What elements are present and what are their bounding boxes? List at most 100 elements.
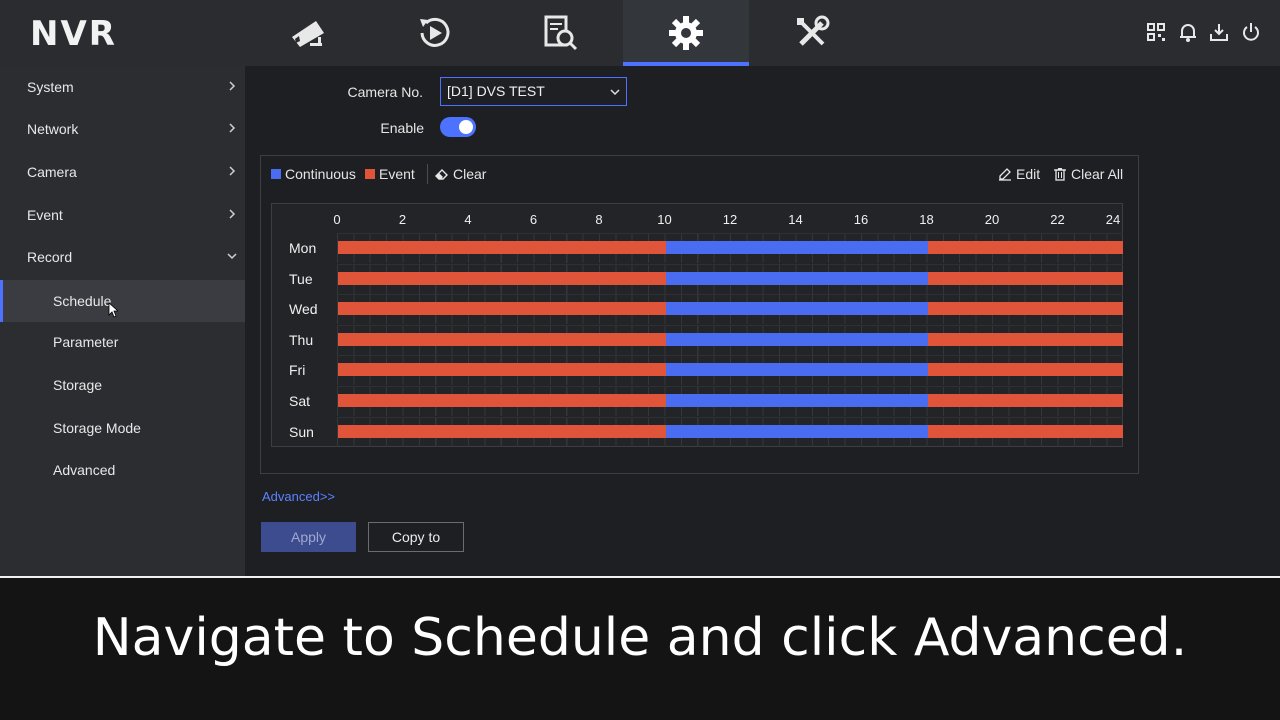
advanced-link[interactable]: Advanced>> xyxy=(262,489,335,504)
chevron-right-icon xyxy=(229,123,236,133)
sidebar-item-label: Event xyxy=(27,207,63,223)
mouse-cursor-icon xyxy=(108,302,118,318)
day-label: Tue xyxy=(289,270,313,287)
day-label: Sun xyxy=(289,423,314,440)
clear-label: Clear xyxy=(453,166,487,182)
event-segment[interactable] xyxy=(927,332,1123,346)
sidebar-item-network[interactable]: Network xyxy=(0,108,245,150)
day-label: Thu xyxy=(289,331,314,348)
sidebar-item-schedule[interactable]: Schedule xyxy=(0,280,245,322)
clear-all-button[interactable]: Clear All xyxy=(1053,166,1123,182)
chevron-right-icon xyxy=(229,81,236,91)
event-segment[interactable] xyxy=(927,271,1123,285)
apply-button[interactable]: Apply xyxy=(261,522,356,552)
hour-label: 20 xyxy=(984,212,1000,227)
toggle-knob xyxy=(459,120,473,134)
continuous-segment[interactable] xyxy=(665,363,928,377)
event-segment[interactable] xyxy=(338,332,666,346)
hour-label: 0 xyxy=(333,212,341,227)
clear-button[interactable]: Clear xyxy=(435,166,486,182)
pencil-icon xyxy=(999,168,1011,181)
sidebar-item-record[interactable]: Record xyxy=(0,236,245,278)
tab-maintenance[interactable] xyxy=(749,0,875,66)
power-icon[interactable] xyxy=(1240,21,1262,43)
sidebar-item-advanced[interactable]: Advanced xyxy=(0,449,245,491)
tab-playback[interactable] xyxy=(371,0,497,66)
edit-label: Edit xyxy=(1016,166,1041,182)
event-segment[interactable] xyxy=(338,424,666,438)
event-segment[interactable] xyxy=(338,271,666,285)
enable-toggle[interactable] xyxy=(440,117,476,137)
search-file-icon xyxy=(544,15,578,51)
camera-no-label: Camera No. xyxy=(347,84,423,100)
tab-search[interactable] xyxy=(497,0,623,66)
hour-label: 4 xyxy=(464,212,472,227)
chevron-down-icon xyxy=(610,89,620,96)
sidebar-item-label: System xyxy=(27,79,74,95)
continuous-swatch xyxy=(271,169,281,179)
day-label: Wed xyxy=(289,301,318,318)
sidebar-item-label: Record xyxy=(27,249,73,265)
event-segment[interactable] xyxy=(338,394,666,407)
legend-continuous[interactable]: Continuous xyxy=(271,166,356,182)
clear-all-label: Clear All xyxy=(1071,166,1124,182)
hour-label: 12 xyxy=(722,212,738,227)
tab-live-view[interactable] xyxy=(245,0,371,66)
enable-label: Enable xyxy=(380,120,424,136)
camera-select[interactable]: [D1] DVS TEST xyxy=(440,77,627,106)
sidebar-item-label: Storage xyxy=(53,377,103,393)
event-segment[interactable] xyxy=(927,394,1123,407)
tab-configuration[interactable] xyxy=(623,0,749,66)
sidebar-item-camera[interactable]: Camera xyxy=(0,151,245,193)
hour-label: 10 xyxy=(657,212,672,227)
hour-label: 16 xyxy=(853,212,869,227)
legend-continuous-label: Continuous xyxy=(285,166,356,182)
nvr-app: NVR System Network Camera Event Record S… xyxy=(0,0,1280,720)
event-segment[interactable] xyxy=(338,363,666,377)
sidebar: System Network Camera Event Record Sched… xyxy=(0,66,245,576)
caption-text: Navigate to Schedule and click Advanced. xyxy=(92,608,1188,668)
hour-label: 24 xyxy=(1105,212,1121,227)
hour-label: 22 xyxy=(1050,212,1065,227)
camera-icon xyxy=(292,21,324,47)
legend-event-label: Event xyxy=(379,166,415,182)
qr-code-icon[interactable] xyxy=(1145,21,1167,43)
edit-button[interactable]: Edit xyxy=(998,166,1040,182)
sidebar-item-label: Schedule xyxy=(53,293,112,309)
eraser-icon xyxy=(435,169,448,180)
continuous-segment[interactable] xyxy=(665,424,928,438)
chevron-right-icon xyxy=(229,209,236,219)
chevron-down-icon xyxy=(227,253,237,260)
event-segment[interactable] xyxy=(927,241,1123,254)
event-segment[interactable] xyxy=(338,241,666,254)
chevron-right-icon xyxy=(229,166,236,176)
event-segment[interactable] xyxy=(927,424,1123,438)
legend-event[interactable]: Event xyxy=(365,166,415,182)
continuous-segment[interactable] xyxy=(665,302,928,316)
continuous-segment[interactable] xyxy=(665,332,928,346)
sidebar-item-system[interactable]: System xyxy=(0,66,245,108)
download-icon[interactable] xyxy=(1208,21,1230,43)
day-label: Fri xyxy=(289,362,306,379)
continuous-segment[interactable] xyxy=(665,271,928,285)
sidebar-item-parameter[interactable]: Parameter xyxy=(0,321,245,363)
day-label: Mon xyxy=(289,240,317,256)
copy-to-button[interactable]: Copy to xyxy=(368,522,464,552)
sidebar-item-event[interactable]: Event xyxy=(0,194,245,236)
bell-icon[interactable] xyxy=(1177,21,1199,43)
sidebar-item-label: Camera xyxy=(27,164,77,180)
event-segment[interactable] xyxy=(338,302,666,316)
playback-icon xyxy=(420,17,450,47)
sidebar-item-storage[interactable]: Storage xyxy=(0,364,245,406)
event-segment[interactable] xyxy=(927,363,1123,377)
sidebar-item-label: Parameter xyxy=(53,334,119,350)
sidebar-item-storage-mode[interactable]: Storage Mode xyxy=(0,407,245,449)
top-bar: NVR xyxy=(0,0,1280,66)
event-swatch xyxy=(365,169,375,179)
day-label: Sat xyxy=(289,393,311,409)
continuous-segment[interactable] xyxy=(665,394,928,407)
event-segment[interactable] xyxy=(927,302,1123,316)
sidebar-item-label: Storage Mode xyxy=(53,420,141,436)
hour-label: 6 xyxy=(529,212,538,227)
continuous-segment[interactable] xyxy=(665,241,928,254)
